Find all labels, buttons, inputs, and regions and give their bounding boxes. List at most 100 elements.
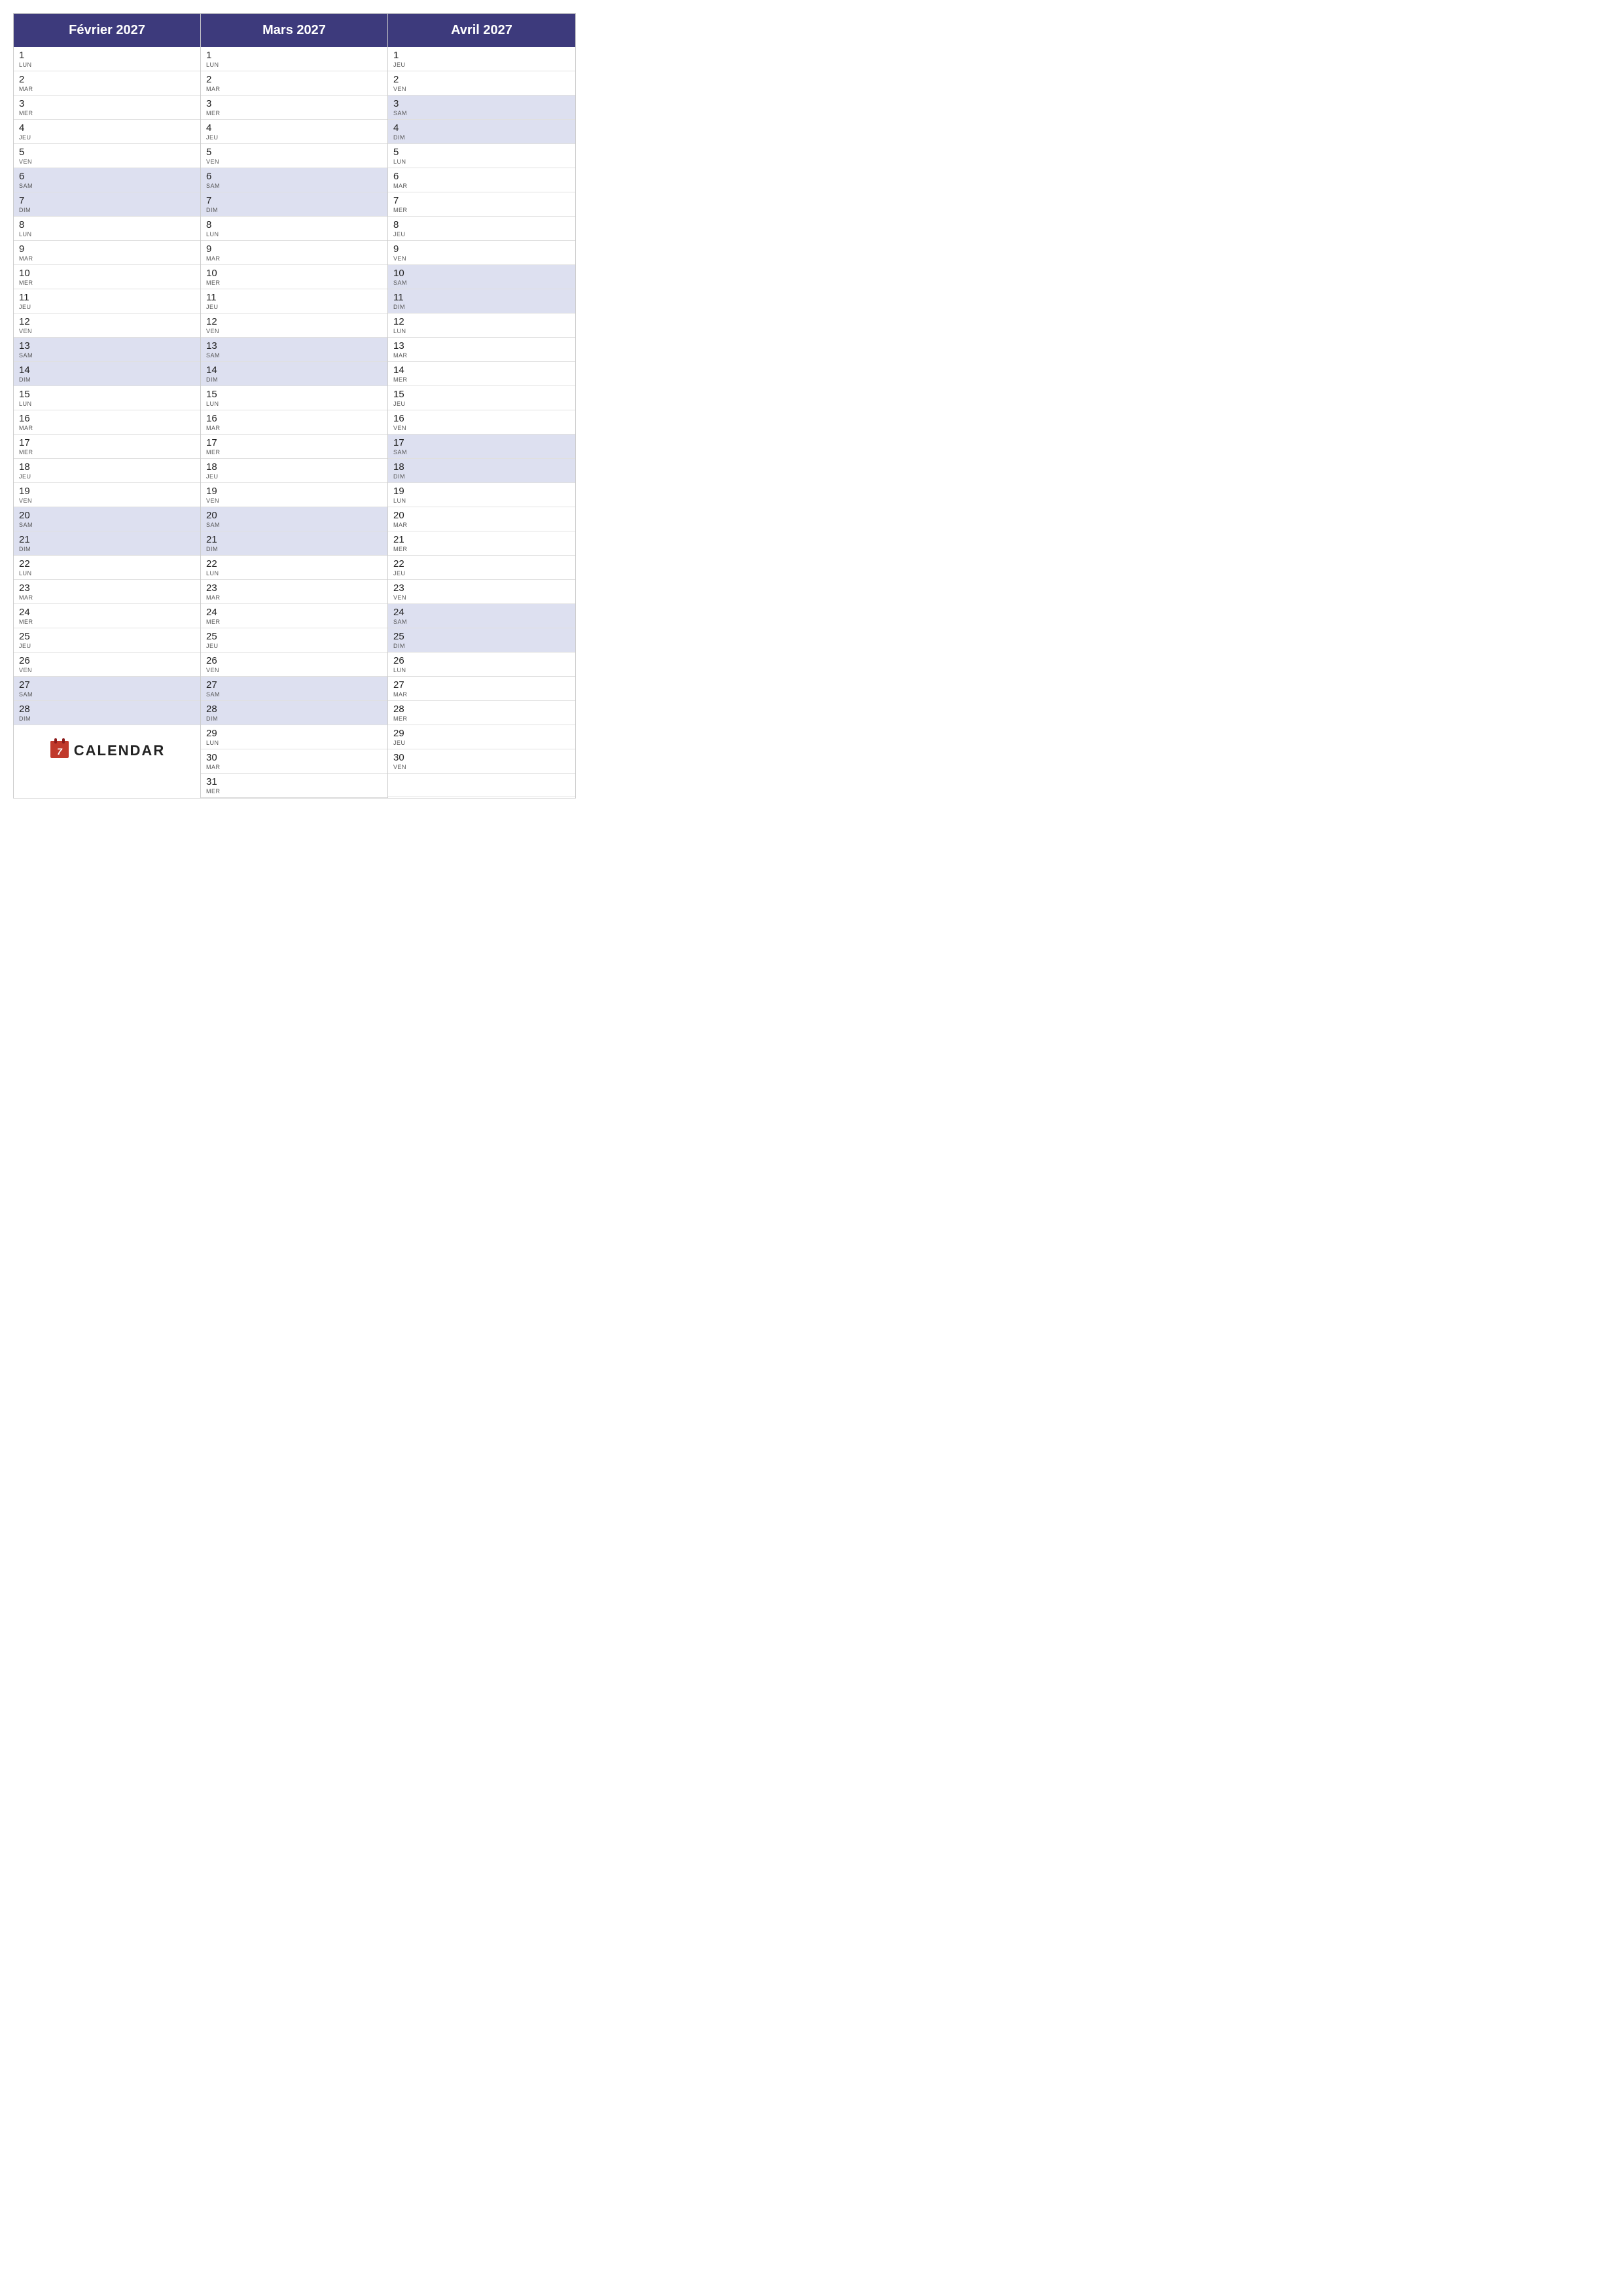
day-number: 23 [393,583,570,594]
day-number: 24 [206,607,382,619]
day-row: 26VEN [14,653,200,677]
day-number: 20 [206,510,382,522]
day-row: 17MER [201,435,387,459]
day-number: 11 [393,292,570,304]
day-number: 23 [206,583,382,594]
day-row: 16MAR [201,410,387,435]
day-row: 29LUN [201,725,387,749]
day-number: 2 [393,74,570,86]
day-number: 19 [19,486,195,497]
day-number: 14 [206,365,382,376]
day-number: 18 [206,461,382,473]
day-number: 9 [393,243,570,255]
day-row: 21MER [388,531,575,556]
day-name: DIM [393,134,570,141]
day-number: 12 [206,316,382,328]
day-row: 30MAR [201,749,387,774]
day-row: 19VEN [201,483,387,507]
day-number: 22 [19,558,195,570]
day-row: 25JEU [14,628,200,653]
day-row: 11JEU [14,289,200,314]
day-number: 24 [393,607,570,619]
day-number: 13 [19,340,195,352]
day-row: 27SAM [201,677,387,701]
day-row: 17SAM [388,435,575,459]
day-row: 2MAR [14,71,200,96]
day-name: VEN [393,255,570,262]
day-name: JEU [393,62,570,68]
day-number: 1 [393,50,570,62]
day-number: 18 [19,461,195,473]
day-row: 12VEN [201,314,387,338]
day-number: 24 [19,607,195,619]
day-name: LUN [393,328,570,334]
day-number: 21 [393,534,570,546]
day-name: VEN [206,497,382,504]
day-name: MAR [393,522,570,528]
day-number: 30 [206,752,382,764]
day-row: 20SAM [14,507,200,531]
day-row: 25DIM [388,628,575,653]
day-name: LUN [393,158,570,165]
day-row: 18JEU [14,459,200,483]
day-row: 20MAR [388,507,575,531]
day-name: MAR [393,691,570,698]
day-row: 14DIM [201,362,387,386]
day-row: 7MER [388,192,575,217]
day-name: MAR [19,86,195,92]
day-number: 4 [206,122,382,134]
calendar-logo-text: CALENDAR [74,742,165,759]
day-name: LUN [206,570,382,577]
day-row: 12LUN [388,314,575,338]
day-name: VEN [206,158,382,165]
day-number: 7 [19,195,195,207]
day-row: 16VEN [388,410,575,435]
calendar-container: Février 2027Mars 2027Avril 2027 1LUN2MAR… [13,13,576,798]
day-name: VEN [393,425,570,431]
day-name: DIM [19,376,195,383]
day-name: MER [206,788,382,795]
day-name: LUN [19,570,195,577]
day-name: DIM [393,304,570,310]
day-number: 26 [206,655,382,667]
day-row: 18JEU [201,459,387,483]
day-row: 22JEU [388,556,575,580]
day-row: 15LUN [201,386,387,410]
day-number: 10 [393,268,570,279]
day-name: SAM [19,352,195,359]
calendar-body: 1LUN2MAR3MER4JEU5VEN6SAM7DIM8LUN9MAR10ME… [14,47,575,798]
day-number: 27 [206,679,382,691]
day-row: 3MER [201,96,387,120]
day-name: VEN [393,764,570,770]
month-column-2: 1JEU2VEN3SAM4DIM5LUN6MAR7MER8JEU9VEN10SA… [388,47,575,798]
day-name: JEU [206,473,382,480]
day-row: 13SAM [14,338,200,362]
day-name: MER [393,207,570,213]
day-number: 1 [206,50,382,62]
day-row: 4DIM [388,120,575,144]
day-name: LUN [19,401,195,407]
day-name: MAR [393,183,570,189]
day-number: 29 [393,728,570,740]
day-name: VEN [19,158,195,165]
day-name: MAR [19,425,195,431]
day-number: 22 [393,558,570,570]
day-row: 9MAR [201,241,387,265]
day-row: 6MAR [388,168,575,192]
day-number: 14 [393,365,570,376]
day-name: MER [206,619,382,625]
day-row: 1LUN [201,47,387,71]
day-name: MAR [393,352,570,359]
day-number: 27 [19,679,195,691]
day-name: VEN [206,328,382,334]
day-row: 14DIM [14,362,200,386]
day-row: 19LUN [388,483,575,507]
day-row: 28DIM [201,701,387,725]
day-row: 28DIM [14,701,200,725]
day-row: 9VEN [388,241,575,265]
day-number: 23 [19,583,195,594]
day-name: MER [393,376,570,383]
day-number: 27 [393,679,570,691]
day-name: MAR [206,425,382,431]
day-name: VEN [393,594,570,601]
